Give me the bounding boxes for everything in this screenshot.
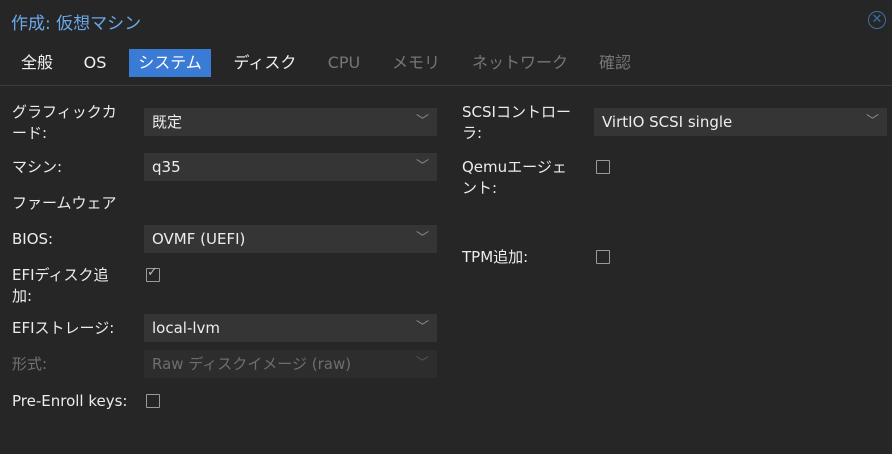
tab-confirm[interactable]: 確認: [590, 49, 640, 77]
tab-disk[interactable]: ディスク: [222, 49, 308, 77]
firmware-heading: ファームウェア: [12, 194, 117, 212]
chevron-down-icon: ﹀: [415, 356, 429, 371]
graphics-card-label-line2: ード:: [12, 124, 48, 142]
scsi-controller-label-line1: SCSIコントロー: [462, 103, 571, 121]
qemu-agent-label-line2: ント:: [462, 179, 498, 197]
efi-disk-label-line2: 加:: [12, 287, 33, 305]
scsi-controller-label: SCSIコントロー ラ:: [462, 102, 571, 144]
chevron-down-icon: ﹀: [415, 159, 429, 174]
chevron-down-icon: ﹀: [415, 114, 429, 129]
qemu-agent-label-line1: Qemuエージェ: [462, 158, 567, 176]
tab-memory[interactable]: メモリ: [383, 49, 449, 77]
qemu-agent-label: Qemuエージェ ント:: [462, 157, 567, 199]
scsi-controller-label-line2: ラ:: [462, 124, 483, 142]
efi-disk-label-line1: EFIディスク追: [12, 266, 109, 284]
machine-select[interactable]: q35 ﹀: [144, 153, 437, 181]
chevron-down-icon: ﹀: [415, 231, 429, 246]
graphics-card-label-line1: グラフィックカ: [12, 103, 117, 121]
graphics-card-select[interactable]: 既定 ﹀: [144, 108, 437, 136]
bios-select[interactable]: OVMF (UEFI) ﹀: [144, 225, 437, 253]
tpm-label: TPM追加:: [462, 248, 529, 266]
pre-enroll-checkbox[interactable]: [146, 394, 160, 408]
pre-enroll-label: Pre-Enroll keys:: [12, 392, 128, 410]
graphics-card-value: 既定: [152, 113, 183, 131]
tab-bar: 全般 OS システム ディスク CPU メモリ ネットワーク 確認: [0, 44, 892, 86]
bios-label: BIOS:: [12, 230, 54, 248]
tpm-checkbox[interactable]: [596, 250, 610, 264]
tab-cpu[interactable]: CPU: [318, 49, 370, 77]
chevron-down-icon: ﹀: [415, 320, 429, 335]
chevron-down-icon: ﹀: [865, 114, 879, 129]
window-titlebar: 作成: 仮想マシン ✕: [0, 0, 892, 40]
tab-general[interactable]: 全般: [12, 49, 62, 77]
format-value: Raw ディスクイメージ (raw): [152, 355, 352, 373]
checkmark-icon: ✓: [147, 265, 158, 280]
tab-os[interactable]: OS: [72, 49, 118, 77]
graphics-card-label: グラフィックカ ード:: [12, 102, 117, 144]
tab-network[interactable]: ネットワーク: [460, 49, 580, 77]
format-select[interactable]: Raw ディスクイメージ (raw) ﹀: [144, 350, 437, 378]
machine-value: q35: [152, 158, 181, 176]
scsi-controller-value: VirtIO SCSI single: [602, 113, 733, 131]
format-label: 形式:: [12, 355, 48, 373]
window-title: 作成: 仮想マシン: [11, 14, 142, 34]
efi-storage-label: EFIストレージ:: [12, 319, 115, 337]
tab-system[interactable]: システム: [129, 49, 211, 77]
qemu-agent-checkbox[interactable]: [596, 160, 610, 174]
close-icon[interactable]: ✕: [868, 11, 886, 29]
scsi-controller-select[interactable]: VirtIO SCSI single ﹀: [594, 108, 887, 136]
machine-label: マシン:: [12, 158, 63, 176]
bios-value: OVMF (UEFI): [152, 230, 246, 248]
efi-disk-label: EFIディスク追 加:: [12, 265, 108, 307]
efi-disk-checkbox[interactable]: ✓: [146, 265, 160, 282]
efi-storage-select[interactable]: local-lvm ﹀: [144, 314, 437, 342]
efi-storage-value: local-lvm: [152, 319, 221, 337]
